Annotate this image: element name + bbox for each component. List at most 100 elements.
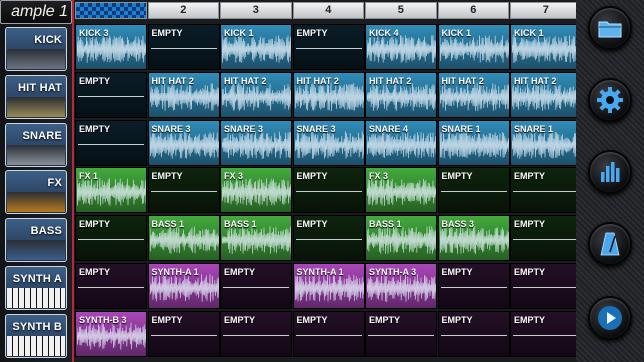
- clip-cell[interactable]: EMPTY: [437, 263, 510, 309]
- instrument-button-hit-hat[interactable]: HIT HAT: [5, 74, 67, 119]
- clip-label: SNARE 3: [151, 123, 191, 134]
- equalizer-button[interactable]: [588, 150, 632, 194]
- instrument-label: SYNTH B: [12, 320, 62, 333]
- clip-label: HIT HAT 2: [441, 75, 484, 86]
- instrument-button-kick[interactable]: KICK: [5, 27, 67, 71]
- clip-label: EMPTY: [224, 267, 256, 277]
- clip-cell[interactable]: KICK 1: [510, 24, 582, 70]
- clip-cell[interactable]: EMPTY: [510, 310, 582, 357]
- column-header-1[interactable]: [75, 2, 147, 19]
- instrument-button-fx[interactable]: FX: [5, 170, 67, 215]
- column-header-5[interactable]: 5: [365, 2, 437, 19]
- clip-cell[interactable]: EMPTY: [292, 24, 365, 70]
- clip-cell[interactable]: EMPTY: [510, 167, 582, 214]
- clip-label: HIT HAT 2: [369, 75, 412, 86]
- clip-cell[interactable]: HIT HAT 2: [147, 71, 220, 118]
- instrument-label: HIT HAT: [18, 81, 62, 94]
- clip-cell[interactable]: BASS 3: [437, 215, 510, 262]
- column-header-2[interactable]: 2: [147, 2, 219, 19]
- clip-cell[interactable]: SNARE 3: [292, 119, 365, 166]
- clip-cell[interactable]: EMPTY: [75, 71, 147, 118]
- clip-cell[interactable]: EMPTY: [365, 310, 437, 357]
- clip-cell[interactable]: SYNTH-B 3: [75, 310, 147, 357]
- clip-cell[interactable]: KICK 4: [365, 24, 437, 70]
- clip-cell[interactable]: EMPTY: [510, 263, 582, 309]
- clip-cell[interactable]: BASS 1: [220, 215, 292, 262]
- clip-cell[interactable]: EMPTY: [292, 310, 365, 357]
- clip-cell[interactable]: SNARE 3: [220, 119, 292, 166]
- waveform: [222, 130, 291, 159]
- instrument-button-bass[interactable]: BASS: [5, 218, 67, 263]
- project-title[interactable]: ample 1: [0, 0, 72, 24]
- column-header-7[interactable]: 7: [510, 2, 582, 19]
- clip-cell[interactable]: EMPTY: [147, 310, 220, 357]
- clip-cell[interactable]: SYNTH-A 1: [292, 263, 365, 309]
- clip-cell[interactable]: HIT HAT 2: [220, 71, 292, 118]
- clip-cell[interactable]: SNARE 1: [510, 119, 582, 166]
- clip-label: EMPTY: [296, 171, 328, 182]
- clip-cell[interactable]: EMPTY: [437, 310, 510, 357]
- clip-label: FX 3: [224, 171, 244, 182]
- instrument-button-synth-a[interactable]: SYNTH A: [5, 266, 67, 310]
- column-header-4[interactable]: 4: [292, 2, 364, 19]
- play-button[interactable]: [588, 296, 632, 340]
- clip-cell[interactable]: EMPTY: [147, 24, 220, 70]
- empty-line: [78, 239, 144, 241]
- clip-cell[interactable]: HIT HAT 2: [365, 71, 437, 118]
- clip-cell[interactable]: EMPTY: [437, 167, 510, 214]
- clip-label: FX 3: [369, 171, 389, 182]
- clip-cell[interactable]: SYNTH-A 1: [147, 263, 220, 309]
- clip-cell[interactable]: FX 3: [365, 167, 437, 214]
- instrument-button-synth-b[interactable]: SYNTH B: [5, 313, 67, 358]
- clip-cell[interactable]: EMPTY: [292, 215, 365, 262]
- empty-line: [368, 334, 434, 336]
- clip-cell[interactable]: HIT HAT 2: [292, 71, 365, 118]
- clip-cell[interactable]: HIT HAT 2: [510, 71, 582, 118]
- clip-label: EMPTY: [224, 314, 256, 325]
- gear-button[interactable]: [588, 78, 632, 122]
- empty-line: [295, 334, 362, 336]
- clip-cell[interactable]: BASS 1: [365, 215, 437, 262]
- clip-label: EMPTY: [514, 314, 546, 325]
- waveform: [367, 226, 436, 255]
- column-header-3[interactable]: 3: [220, 2, 292, 19]
- clip-cell[interactable]: KICK 3: [75, 24, 147, 70]
- clip-cell[interactable]: EMPTY: [220, 310, 292, 357]
- clip-label: EMPTY: [79, 267, 111, 277]
- waveform: [222, 35, 291, 63]
- metronome-button[interactable]: [588, 222, 632, 266]
- clip-cell[interactable]: SNARE 3: [147, 119, 220, 166]
- instrument-button-snare[interactable]: SNARE: [5, 122, 67, 167]
- waveform: [77, 178, 146, 207]
- clip-cell[interactable]: KICK 1: [437, 24, 510, 70]
- empty-line: [223, 334, 289, 336]
- clip-label: HIT HAT 2: [151, 75, 194, 86]
- clip-cell[interactable]: EMPTY: [510, 215, 582, 262]
- waveform: [149, 274, 219, 302]
- clip-cell[interactable]: SNARE 1: [437, 119, 510, 166]
- clip-cell[interactable]: EMPTY: [292, 167, 365, 214]
- clip-cell[interactable]: FX 1: [75, 167, 147, 214]
- clip-label: EMPTY: [369, 314, 401, 325]
- clip-cell[interactable]: BASS 1: [147, 215, 220, 262]
- clip-cell[interactable]: SYNTH-A 3: [365, 263, 437, 309]
- burst-icon: [7, 192, 65, 213]
- clip-cell[interactable]: EMPTY: [220, 263, 292, 309]
- clip-cell[interactable]: KICK 1: [220, 24, 292, 70]
- clip-cell[interactable]: EMPTY: [75, 263, 147, 309]
- empty-line: [513, 287, 579, 288]
- folder-button[interactable]: [588, 6, 632, 50]
- clip-label: KICK 1: [441, 28, 472, 38]
- clip-label: SNARE 3: [296, 123, 336, 134]
- clip-cell[interactable]: EMPTY: [147, 167, 220, 214]
- clip-label: KICK 3: [79, 28, 109, 38]
- clip-cell[interactable]: SNARE 4: [365, 119, 437, 166]
- clip-cell[interactable]: HIT HAT 2: [437, 71, 510, 118]
- clip-cell[interactable]: FX 3: [220, 167, 292, 214]
- keyboard-icon: [7, 288, 65, 308]
- column-header-6[interactable]: 6: [437, 2, 509, 19]
- instrument-label: SYNTH A: [12, 273, 62, 285]
- clip-cell[interactable]: EMPTY: [75, 215, 147, 262]
- waveform: [367, 82, 436, 111]
- clip-cell[interactable]: EMPTY: [75, 119, 147, 166]
